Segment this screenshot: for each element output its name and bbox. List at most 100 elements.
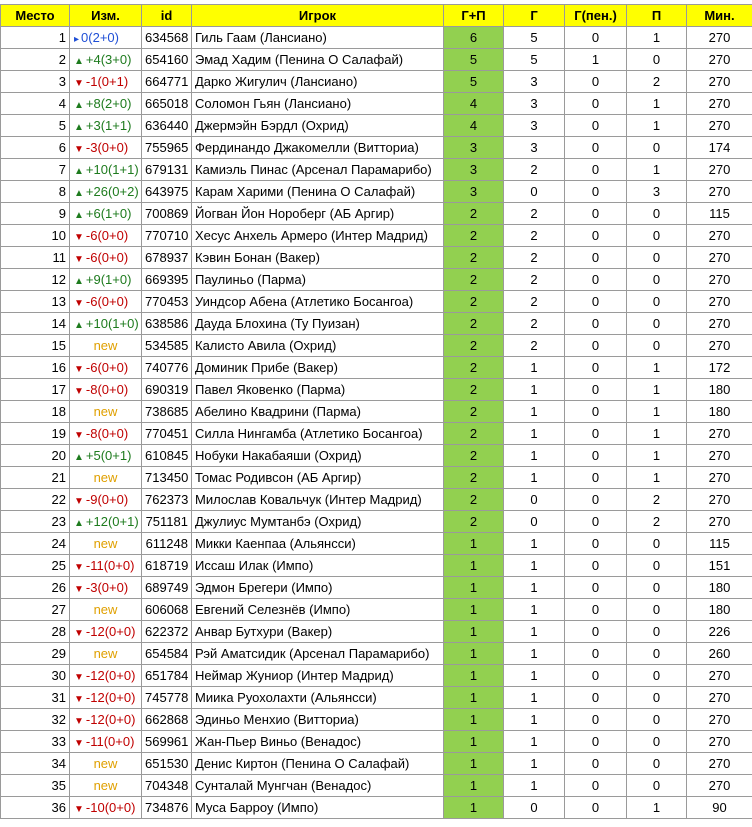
player-cell[interactable]: Дарко Жигулич (Лансиано) (192, 71, 444, 93)
goals-cell[interactable]: 1 (504, 599, 565, 621)
goals-assists-cell[interactable]: 2 (444, 203, 504, 225)
goals-assists-cell[interactable]: 1 (444, 577, 504, 599)
place-cell[interactable]: 16 (1, 357, 70, 379)
id-cell[interactable]: 654584 (142, 643, 192, 665)
assists-cell[interactable]: 0 (627, 577, 687, 599)
assists-cell[interactable]: 2 (627, 511, 687, 533)
place-cell[interactable]: 11 (1, 247, 70, 269)
change-cell[interactable]: ▲+8(2+0) (70, 93, 142, 115)
player-cell[interactable]: Кэвин Бонан (Вакер) (192, 247, 444, 269)
goals-assists-cell[interactable]: 1 (444, 621, 504, 643)
penalty-goals-cell[interactable]: 0 (565, 577, 627, 599)
player-cell[interactable]: Джулиус Мумтанбэ (Охрид) (192, 511, 444, 533)
id-cell[interactable]: 745778 (142, 687, 192, 709)
assists-cell[interactable]: 1 (627, 797, 687, 819)
table-row[interactable]: 29new654584Рэй Аматсидик (Арсенал Парама… (1, 643, 752, 665)
place-cell[interactable]: 12 (1, 269, 70, 291)
goals-cell[interactable]: 1 (504, 621, 565, 643)
place-cell[interactable]: 26 (1, 577, 70, 599)
place-cell[interactable]: 34 (1, 753, 70, 775)
goals-cell[interactable]: 1 (504, 753, 565, 775)
id-cell[interactable]: 665018 (142, 93, 192, 115)
id-cell[interactable]: 634568 (142, 27, 192, 49)
penalty-goals-cell[interactable]: 0 (565, 665, 627, 687)
goals-cell[interactable]: 3 (504, 115, 565, 137)
goals-cell[interactable]: 3 (504, 93, 565, 115)
minutes-cell[interactable]: 270 (687, 71, 752, 93)
id-cell[interactable]: 689749 (142, 577, 192, 599)
player-cell[interactable]: Евгений Селезнёв (Импо) (192, 599, 444, 621)
id-cell[interactable]: 751181 (142, 511, 192, 533)
assists-cell[interactable]: 0 (627, 335, 687, 357)
player-cell[interactable]: Миика Руохолахти (Альянсси) (192, 687, 444, 709)
goals-cell[interactable]: 1 (504, 775, 565, 797)
goals-assists-cell[interactable]: 2 (444, 313, 504, 335)
penalty-goals-cell[interactable]: 0 (565, 269, 627, 291)
assists-cell[interactable]: 0 (627, 203, 687, 225)
place-cell[interactable]: 20 (1, 445, 70, 467)
penalty-goals-cell[interactable]: 0 (565, 511, 627, 533)
table-row[interactable]: 15new534585Калисто Авила (Охрид)2200270 (1, 335, 752, 357)
goals-assists-cell[interactable]: 1 (444, 599, 504, 621)
id-cell[interactable]: 534585 (142, 335, 192, 357)
id-cell[interactable]: 770451 (142, 423, 192, 445)
id-cell[interactable]: 679131 (142, 159, 192, 181)
goals-assists-cell[interactable]: 2 (444, 335, 504, 357)
goals-cell[interactable]: 3 (504, 137, 565, 159)
table-row[interactable]: 8▲+26(0+2)643975Карам Харими (Пенина О С… (1, 181, 752, 203)
header-place[interactable]: Место (1, 5, 70, 27)
change-cell[interactable]: new (70, 775, 142, 797)
header-id[interactable]: id (142, 5, 192, 27)
id-cell[interactable]: 770710 (142, 225, 192, 247)
change-cell[interactable]: ▲+12(0+1) (70, 511, 142, 533)
place-cell[interactable]: 6 (1, 137, 70, 159)
place-cell[interactable]: 8 (1, 181, 70, 203)
assists-cell[interactable]: 1 (627, 357, 687, 379)
table-row[interactable]: 19▼-8(0+0)770451Силла Нингамба (Атлетико… (1, 423, 752, 445)
minutes-cell[interactable]: 226 (687, 621, 752, 643)
player-cell[interactable]: Денис Киртон (Пенина О Салафай) (192, 753, 444, 775)
assists-cell[interactable]: 0 (627, 731, 687, 753)
table-row[interactable]: 11▼-6(0+0)678937Кэвин Бонан (Вакер)22002… (1, 247, 752, 269)
goals-cell[interactable]: 1 (504, 577, 565, 599)
place-cell[interactable]: 13 (1, 291, 70, 313)
change-cell[interactable]: ▼-11(0+0) (70, 555, 142, 577)
goals-assists-cell[interactable]: 1 (444, 643, 504, 665)
minutes-cell[interactable]: 270 (687, 687, 752, 709)
minutes-cell[interactable]: 270 (687, 159, 752, 181)
penalty-goals-cell[interactable]: 0 (565, 247, 627, 269)
assists-cell[interactable]: 0 (627, 555, 687, 577)
place-cell[interactable]: 15 (1, 335, 70, 357)
id-cell[interactable]: 569961 (142, 731, 192, 753)
player-cell[interactable]: Анвар Бутхури (Вакер) (192, 621, 444, 643)
minutes-cell[interactable]: 151 (687, 555, 752, 577)
player-cell[interactable]: Джермэйн Бэрдл (Охрид) (192, 115, 444, 137)
goals-cell[interactable]: 0 (504, 489, 565, 511)
id-cell[interactable]: 738685 (142, 401, 192, 423)
minutes-cell[interactable]: 270 (687, 269, 752, 291)
minutes-cell[interactable]: 180 (687, 379, 752, 401)
change-cell[interactable]: ▼-6(0+0) (70, 357, 142, 379)
assists-cell[interactable]: 0 (627, 291, 687, 313)
place-cell[interactable]: 23 (1, 511, 70, 533)
change-cell[interactable]: ▲+26(0+2) (70, 181, 142, 203)
change-cell[interactable]: ▼-9(0+0) (70, 489, 142, 511)
player-cell[interactable]: Паулиньо (Парма) (192, 269, 444, 291)
player-cell[interactable]: Камиэль Пинас (Арсенал Парамарибо) (192, 159, 444, 181)
change-cell[interactable]: ▸0(2+0) (70, 27, 142, 49)
goals-assists-cell[interactable]: 1 (444, 533, 504, 555)
table-row[interactable]: 35new704348Сунталай Мунгчан (Венадос)110… (1, 775, 752, 797)
goals-cell[interactable]: 1 (504, 709, 565, 731)
assists-cell[interactable]: 3 (627, 181, 687, 203)
penalty-goals-cell[interactable]: 0 (565, 115, 627, 137)
goals-cell[interactable]: 1 (504, 467, 565, 489)
assists-cell[interactable]: 1 (627, 379, 687, 401)
place-cell[interactable]: 28 (1, 621, 70, 643)
player-cell[interactable]: Доминик Прибе (Вакер) (192, 357, 444, 379)
change-cell[interactable]: ▼-6(0+0) (70, 291, 142, 313)
minutes-cell[interactable]: 270 (687, 93, 752, 115)
id-cell[interactable]: 770453 (142, 291, 192, 313)
goals-assists-cell[interactable]: 2 (444, 379, 504, 401)
id-cell[interactable]: 651530 (142, 753, 192, 775)
table-row[interactable]: 9▲+6(1+0)700869Йогван Йон Нороберг (АБ А… (1, 203, 752, 225)
